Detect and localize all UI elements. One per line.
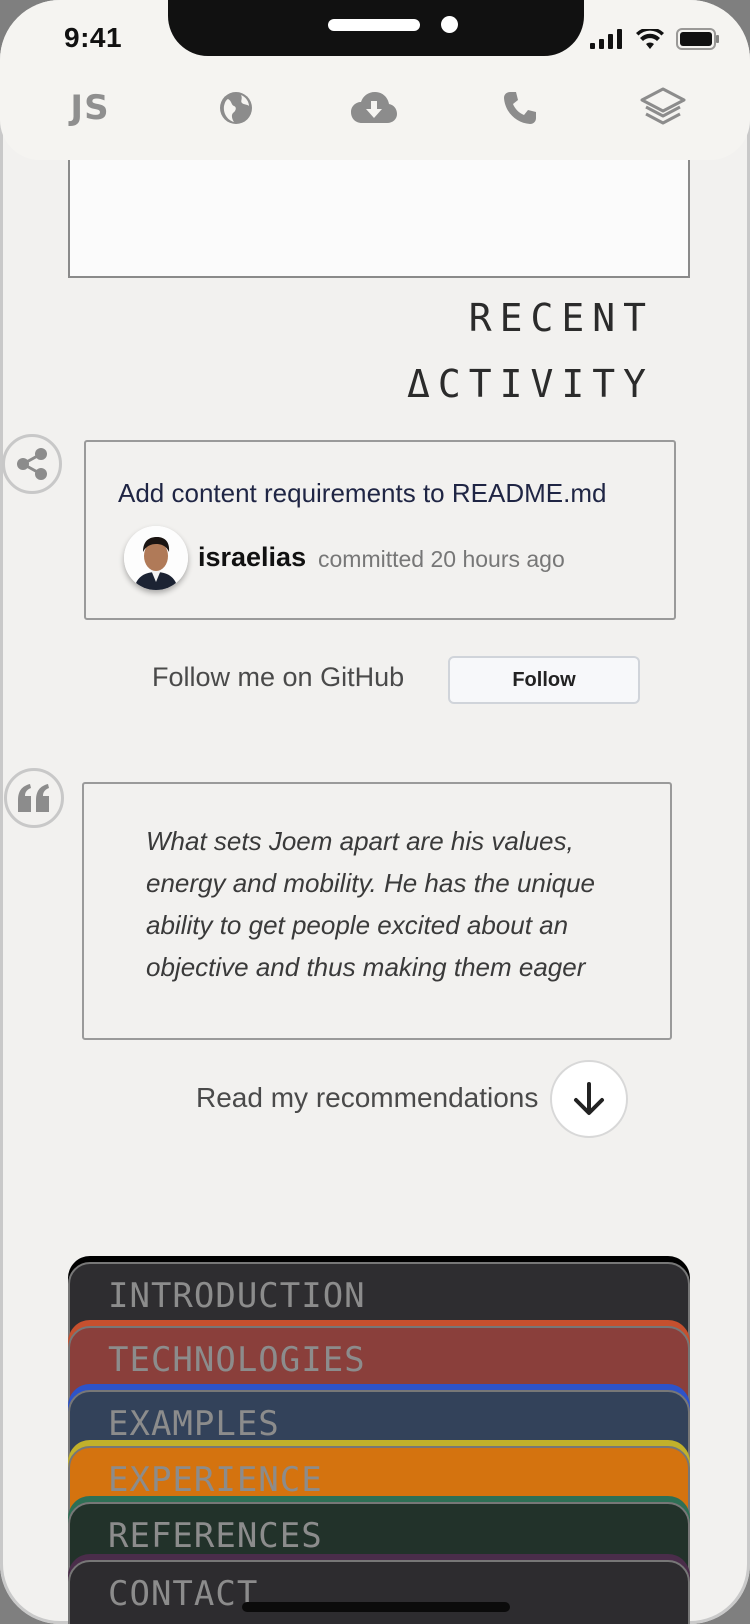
quote-icon xyxy=(4,768,64,828)
wifi-icon xyxy=(636,29,664,49)
battery-icon xyxy=(676,28,719,50)
speaker-grille xyxy=(328,19,420,31)
tab-label: TECHNOLOGIES xyxy=(108,1340,366,1380)
read-recommendations-label[interactable]: Read my recommendations xyxy=(196,1082,538,1114)
tab-label: EXPERIENCE xyxy=(108,1460,323,1500)
commit-card[interactable]: Add content requirements to README.md is… xyxy=(84,440,676,620)
section-title: RECENT ΔCTIVITY xyxy=(407,285,654,417)
arrow-down-icon xyxy=(574,1082,604,1115)
phone-screen: 9:41 JS RECENT ΔCTIVITY Add content requ… xyxy=(0,0,750,1624)
arrow-down-button[interactable] xyxy=(550,1060,628,1138)
section-title-line2: ΔCTIVITY xyxy=(406,362,654,406)
commit-meta: committed 20 hours ago xyxy=(318,546,565,572)
logo[interactable]: JS xyxy=(60,82,120,134)
top-nav: JS xyxy=(0,82,750,134)
device-notch xyxy=(168,0,584,56)
recommendation-card: What sets Joem apart are his values, ene… xyxy=(82,782,672,1040)
cloud-download-icon[interactable] xyxy=(348,82,400,134)
camera-dot xyxy=(441,16,458,33)
tab-label: INTRODUCTION xyxy=(108,1276,366,1316)
recommendation-quote: What sets Joem apart are his values, ene… xyxy=(146,826,596,982)
app-header: 9:41 JS xyxy=(0,0,750,160)
globe-icon[interactable] xyxy=(214,82,258,134)
commit-username[interactable]: israelias xyxy=(198,542,306,573)
status-icons xyxy=(590,28,720,50)
signal-icon xyxy=(590,29,622,49)
tab-label: REFERENCES xyxy=(108,1516,323,1556)
avatar[interactable] xyxy=(124,526,188,590)
follow-button[interactable]: Follow xyxy=(448,656,640,704)
section-title-line1: RECENT xyxy=(468,296,654,340)
status-time: 9:41 xyxy=(64,22,123,53)
share-icon[interactable] xyxy=(2,434,62,494)
home-indicator xyxy=(242,1602,510,1612)
follow-label: Follow me on GitHub xyxy=(152,662,405,692)
tab-label: EXAMPLES xyxy=(108,1404,280,1444)
tab-contact[interactable]: CONTACT xyxy=(68,1560,690,1624)
layers-icon[interactable] xyxy=(638,82,688,134)
phone-icon[interactable] xyxy=(498,82,542,134)
commit-message[interactable]: Add content requirements to README.md xyxy=(118,478,606,509)
